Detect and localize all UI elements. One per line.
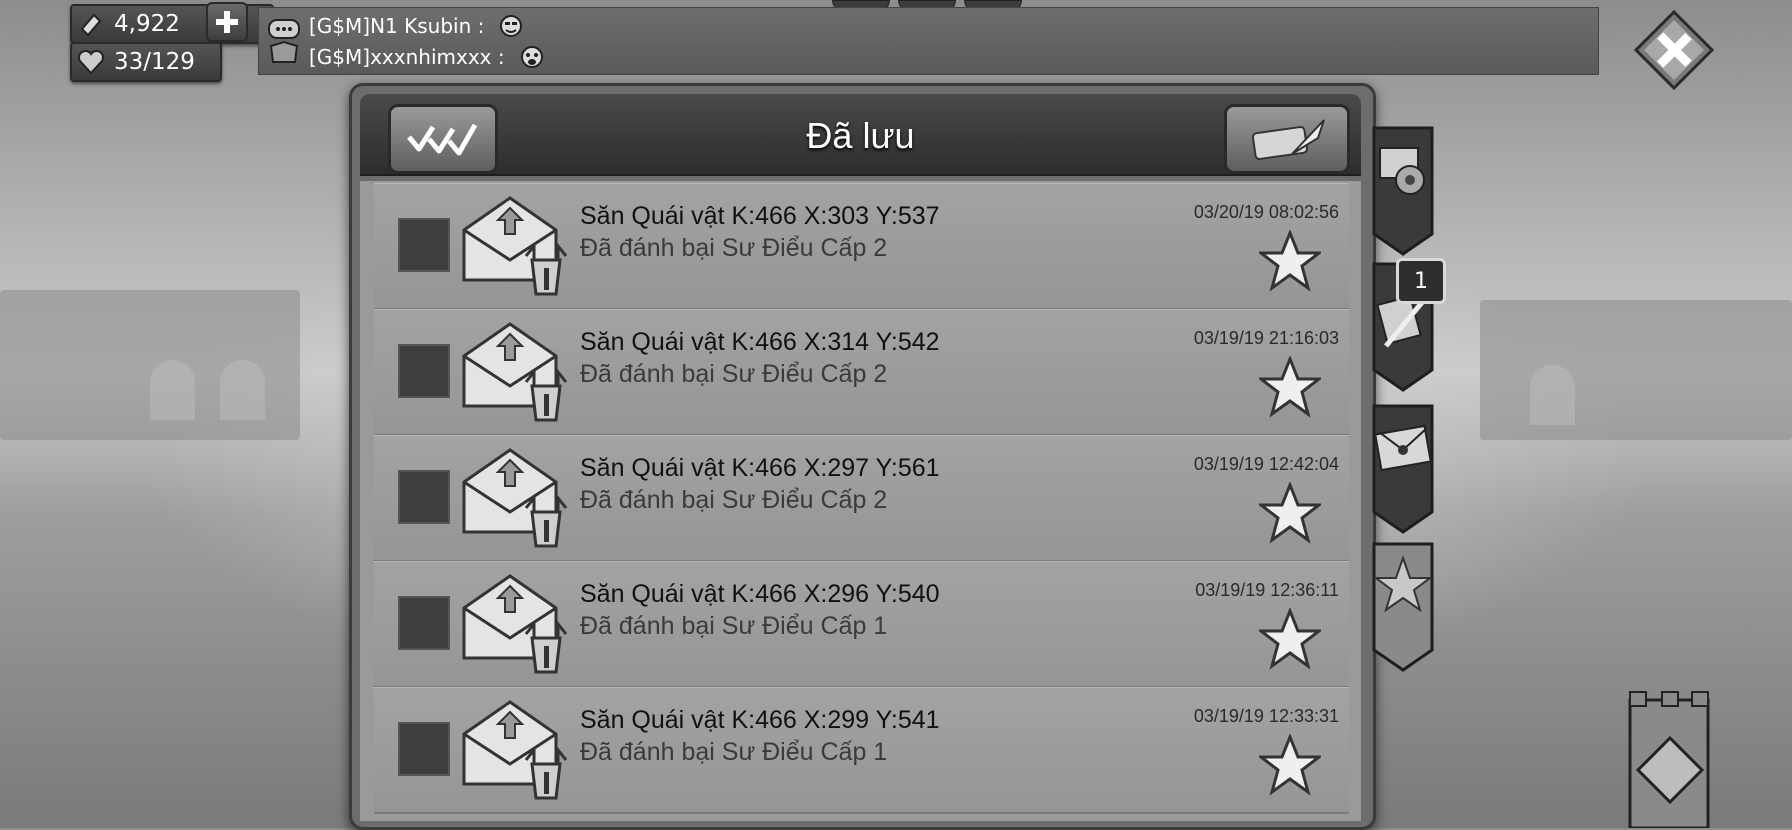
saved-mail-panel: Đã lưu Săn Quái vật K:466 X:303 Y:537 Đã… bbox=[349, 83, 1376, 830]
heart-icon bbox=[74, 47, 108, 77]
castle-button[interactable] bbox=[1610, 690, 1730, 828]
gem-value: 4,922 bbox=[114, 11, 180, 37]
star-icon[interactable] bbox=[1259, 608, 1321, 670]
mail-title: Săn Quái vật K:466 X:314 Y:542 bbox=[580, 328, 940, 356]
mail-date: 03/19/19 12:42:04 bbox=[1193, 454, 1339, 474]
star-icon[interactable] bbox=[1259, 482, 1321, 544]
panel-title: Đã lưu bbox=[806, 115, 915, 156]
chat-message: [G$M]xxxnhimxxx : bbox=[309, 45, 545, 69]
mail-subtitle: Đã đánh bại Sư Điểu Cấp 2 bbox=[580, 486, 888, 514]
notification-badge: 1 bbox=[1396, 258, 1446, 304]
mail-subtitle: Đã đánh bại Sư Điểu Cấp 2 bbox=[580, 360, 888, 388]
mail-subtitle: Đã đánh bại Sư Điểu Cấp 1 bbox=[580, 738, 888, 766]
compose-button[interactable] bbox=[1224, 104, 1350, 174]
chat-sender: [G$M]N1 Ksubin : bbox=[309, 14, 485, 38]
select-checkbox[interactable] bbox=[398, 722, 450, 776]
select-checkbox[interactable] bbox=[398, 218, 450, 272]
select-checkbox[interactable] bbox=[398, 596, 450, 650]
close-button[interactable] bbox=[1634, 10, 1714, 90]
mail-title: Săn Quái vật K:466 X:299 Y:541 bbox=[580, 706, 940, 734]
emoji-icon bbox=[500, 15, 523, 37]
plus-icon bbox=[216, 11, 238, 33]
panel-header: Đã lưu bbox=[360, 94, 1361, 176]
star-icon[interactable] bbox=[1259, 356, 1321, 418]
star-icon[interactable] bbox=[1259, 230, 1321, 292]
background-arch-left-2 bbox=[220, 360, 265, 420]
chat-bubble-icon bbox=[268, 19, 300, 63]
mail-row[interactable]: Săn Quái vật K:466 X:299 Y:541 Đã đánh b… bbox=[374, 687, 1349, 814]
chat-message: [G$M]N1 Ksubin : bbox=[309, 14, 524, 38]
mail-title: Săn Quái vật K:466 X:303 Y:537 bbox=[580, 202, 940, 230]
select-checkbox[interactable] bbox=[398, 470, 450, 524]
stamina-counter: 33/129 bbox=[70, 42, 222, 82]
mail-subtitle: Đã đánh bại Sư Điểu Cấp 1 bbox=[580, 612, 888, 640]
emoji-icon bbox=[520, 46, 543, 68]
tab-letters[interactable] bbox=[1370, 402, 1436, 534]
sealed-letter-icon bbox=[1374, 424, 1432, 472]
monster-report-mail-icon bbox=[462, 196, 568, 296]
chat-sender: [G$M]xxxnhimxxx : bbox=[309, 45, 505, 69]
mail-date: 03/19/19 12:36:11 bbox=[1195, 580, 1339, 600]
monster-report-mail-icon bbox=[462, 574, 568, 674]
mail-title: Săn Quái vật K:466 X:296 Y:540 bbox=[580, 580, 940, 608]
tab-saved[interactable] bbox=[1370, 540, 1436, 672]
mail-row[interactable]: Săn Quái vật K:466 X:297 Y:561 Đã đánh b… bbox=[374, 435, 1349, 562]
scroll-quill-icon bbox=[1251, 119, 1325, 160]
monster-report-mail-icon bbox=[462, 700, 568, 800]
monster-report-mail-icon bbox=[462, 448, 568, 548]
mail-row[interactable]: Săn Quái vật K:466 X:303 Y:537 Đã đánh b… bbox=[374, 183, 1349, 310]
mail-date: 03/20/19 08:02:56 bbox=[1193, 202, 1339, 222]
chat-bar[interactable]: [G$M]N1 Ksubin : [G$M]xxxnhimxxx : bbox=[258, 7, 1599, 75]
background-arch-right bbox=[1530, 365, 1575, 425]
mail-subtitle: Đã đánh bại Sư Điểu Cấp 2 bbox=[580, 234, 888, 262]
background-arch-left bbox=[150, 360, 195, 420]
tab-system-mail[interactable] bbox=[1370, 124, 1436, 256]
stamina-value: 33/129 bbox=[114, 49, 195, 75]
select-checkbox[interactable] bbox=[398, 344, 450, 398]
add-gems-button[interactable] bbox=[206, 2, 248, 42]
background-wall-right bbox=[1480, 300, 1792, 440]
mail-row[interactable]: Săn Quái vật K:466 X:296 Y:540 Đã đánh b… bbox=[374, 561, 1349, 688]
mail-date: 03/19/19 21:16:03 bbox=[1193, 328, 1339, 348]
mail-row[interactable]: Săn Quái vật K:466 X:314 Y:542 Đã đánh b… bbox=[374, 309, 1349, 436]
gem-icon bbox=[74, 9, 108, 39]
monster-report-mail-icon bbox=[462, 322, 568, 422]
mail-list[interactable]: Săn Quái vật K:466 X:303 Y:537 Đã đánh b… bbox=[360, 181, 1361, 821]
castle-icon bbox=[1628, 691, 1710, 828]
star-icon[interactable] bbox=[1259, 734, 1321, 796]
mail-title: Săn Quái vật K:466 X:297 Y:561 bbox=[580, 454, 940, 482]
mail-date: 03/19/19 12:33:31 bbox=[1193, 706, 1339, 726]
